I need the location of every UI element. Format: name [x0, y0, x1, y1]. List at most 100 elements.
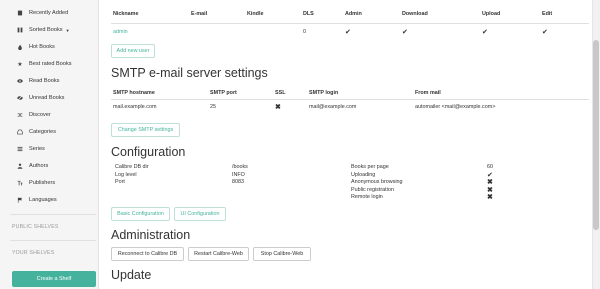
scrollbar-thumb[interactable] — [593, 40, 599, 230]
column-header: From mail — [413, 88, 589, 100]
table-row: mail.example.com 25 ✖ mail@example.com a… — [111, 99, 589, 114]
config-label: Remote login — [351, 194, 383, 200]
sidebar-item-recently-added[interactable]: Recently Added — [16, 6, 68, 20]
user-email — [189, 23, 245, 40]
inbox-icon — [16, 129, 24, 135]
table-row: admin 0 ✔ ✔ ✔ ✔ — [111, 23, 589, 40]
column-header: Upload — [480, 6, 540, 24]
sidebar-item-label: Read Books — [29, 78, 60, 84]
sidebar-item-categories[interactable]: Categories — [16, 125, 56, 139]
caret-down-icon: ▼ — [65, 27, 70, 33]
check-icon: ✔ — [487, 171, 493, 179]
config-label: Books per page — [351, 164, 389, 170]
cross-icon: ✖ — [487, 186, 493, 194]
users-table: Nickname E-mail Kindle DLS Admin Downloa… — [111, 6, 589, 40]
create-shelf-button[interactable]: Create a Shelf — [12, 271, 96, 287]
sidebar-item-hot-books[interactable]: Hot Books — [16, 40, 55, 54]
column-header: Admin — [343, 6, 400, 24]
user-nickname-link[interactable]: admin — [111, 23, 189, 40]
sidebar-item-label: Series — [29, 146, 45, 152]
cross-icon: ✖ — [275, 103, 281, 111]
smtp-table: SMTP hostname SMTP port SSL SMTP login F… — [111, 88, 589, 114]
public-shelves-heading: PUBLIC SHELVES — [12, 224, 59, 230]
config-right-values: 60 ✔ ✖ ✖ ✖ — [487, 164, 493, 202]
basic-configuration-button[interactable]: Basic Configuration — [111, 207, 170, 221]
sidebar-item-series[interactable]: Series — [16, 142, 45, 156]
sidebar-item-languages[interactable]: Languages — [16, 193, 57, 207]
book-icon — [16, 10, 24, 16]
smtp-login: mail@example.com — [309, 103, 357, 110]
config-left-values: /books INFO 8083 — [232, 164, 248, 187]
eye-slash-icon — [16, 95, 24, 101]
check-icon: ✔ — [542, 28, 548, 36]
config-label: Calibre DB dir — [115, 164, 149, 170]
column-header: E-mail — [189, 6, 245, 24]
smtp-from-mail: automailer <mail@example.com> — [415, 103, 496, 110]
column-header: SSL — [273, 88, 307, 100]
sidebar-item-label: Discover — [29, 112, 51, 118]
config-value: 8083 — [232, 179, 244, 185]
sidebar-item-label: Hot Books — [29, 44, 55, 50]
sidebar-item-sorted-books[interactable]: Sorted Books ▼ — [16, 23, 70, 37]
update-heading: Update — [111, 268, 152, 282]
sidebar: Recently Added Sorted Books ▼ Hot Books … — [0, 0, 99, 289]
star-icon: ★ — [17, 61, 23, 68]
sidebar-item-label: Authors — [29, 163, 49, 169]
column-header: SMTP login — [307, 88, 413, 100]
config-value: /books — [232, 164, 248, 170]
shuffle-icon — [16, 112, 24, 118]
text-size-icon — [16, 180, 24, 186]
sidebar-item-label: Unread Books — [29, 95, 65, 101]
your-shelves-heading: YOUR SHELVES — [12, 250, 55, 256]
stop-calibre-web-button[interactable]: Stop Calibre-Web — [253, 247, 311, 261]
cross-icon: ✖ — [487, 179, 493, 186]
change-smtp-settings-button[interactable]: Change SMTP settings — [111, 123, 180, 137]
add-new-user-button[interactable]: Add new user — [111, 44, 155, 58]
sidebar-item-label: Recently Added — [29, 10, 69, 16]
check-icon: ✔ — [482, 28, 488, 36]
vertical-scrollbar[interactable] — [592, 0, 600, 289]
sidebar-item-publishers[interactable]: Publishers — [16, 176, 55, 190]
fire-icon — [16, 44, 24, 50]
sidebar-item-read-books[interactable]: Read Books — [16, 74, 59, 88]
config-value: INFO — [232, 171, 245, 178]
sidebar-item-best-rated[interactable]: ★ Best rated Books — [16, 57, 72, 71]
sidebar-item-authors[interactable]: Authors — [16, 159, 48, 173]
sidebar-item-label: Publishers — [29, 180, 56, 186]
smtp-port: 25 — [210, 103, 216, 110]
config-label: Public registration — [351, 186, 394, 193]
user-kindle — [245, 23, 301, 40]
check-icon: ✔ — [345, 28, 351, 36]
restart-calibre-web-button[interactable]: Restart Calibre-Web — [188, 247, 249, 261]
config-label: Log level — [115, 171, 137, 178]
user-icon — [16, 163, 24, 169]
column-header: DLS — [301, 6, 343, 24]
column-header: Edit — [540, 6, 589, 24]
cross-icon: ✖ — [487, 194, 493, 201]
user-dls: 0 — [303, 28, 306, 35]
sidebar-item-unread-books[interactable]: Unread Books — [16, 91, 64, 105]
config-left-labels: Calibre DB dir Log level Port — [115, 164, 149, 187]
sidebar-item-discover[interactable]: Discover — [16, 108, 51, 122]
column-header: Download — [400, 6, 480, 24]
config-label: Uploading — [351, 171, 376, 178]
eye-icon — [16, 78, 24, 84]
column-header: Nickname — [111, 6, 189, 24]
config-label: Port — [115, 179, 125, 185]
sidebar-item-label: Categories — [29, 129, 57, 135]
list-icon — [16, 146, 24, 152]
main-content: Nickname E-mail Kindle DLS Admin Downloa… — [99, 0, 592, 289]
ui-configuration-button[interactable]: UI Configuration — [174, 207, 226, 221]
administration-heading: Administration — [111, 228, 191, 242]
reconnect-calibre-db-button[interactable]: Reconnect to Calibre DB — [111, 247, 184, 261]
table-header-row: Nickname E-mail Kindle DLS Admin Downloa… — [111, 6, 589, 24]
configuration-heading: Configuration — [111, 145, 186, 159]
table-header-row: SMTP hostname SMTP port SSL SMTP login F… — [111, 88, 589, 100]
smtp-hostname: mail.example.com — [113, 103, 157, 110]
sidebar-item-label: Best rated Books — [29, 61, 72, 67]
column-header: Kindle — [245, 6, 301, 24]
check-icon: ✔ — [402, 28, 408, 36]
config-right-labels: Books per page Uploading Anonymous brows… — [351, 164, 403, 202]
config-value: 60 — [487, 164, 493, 170]
sidebar-divider — [10, 214, 96, 215]
